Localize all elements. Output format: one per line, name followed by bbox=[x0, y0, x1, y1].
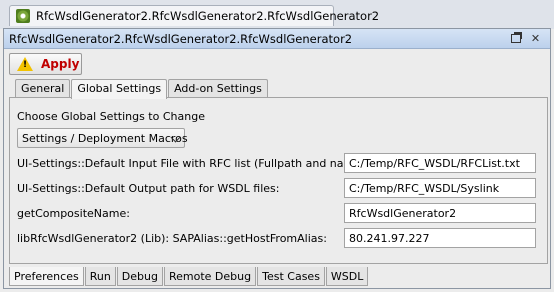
tab-test-cases[interactable]: Test Cases bbox=[257, 267, 325, 286]
editor-tab-label: RfcWsdlGenerator2.RfcWsdlGenerator2.RfcW… bbox=[36, 9, 380, 23]
window-titlebar: RfcWsdlGenerator2.RfcWsdlGenerator2.RfcW… bbox=[4, 29, 550, 49]
editor-tab[interactable]: RfcWsdlGenerator2.RfcWsdlGenerator2.RfcW… bbox=[9, 5, 379, 26]
tab-add-on-settings[interactable]: Add-on Settings bbox=[168, 79, 268, 98]
window-title: RfcWsdlGenerator2.RfcWsdlGenerator2.RfcW… bbox=[9, 32, 353, 46]
host-alias-field[interactable]: 80.241.97.227 bbox=[344, 228, 536, 248]
global-settings-panel: Choose Global Settings to Change Setting… bbox=[9, 97, 548, 264]
dropdown-value: Settings / Deployment Macros bbox=[22, 132, 188, 145]
tab-wsdl[interactable]: WSDL bbox=[325, 267, 369, 286]
close-icon[interactable]: ✕ bbox=[529, 32, 542, 45]
tab-run[interactable]: Run bbox=[84, 267, 116, 286]
composite-name-field[interactable]: RfcWsdlGenerator2 bbox=[344, 203, 536, 223]
section-label: Choose Global Settings to Change bbox=[17, 110, 205, 123]
output-path-label: UI-Settings::Default Output path for WSD… bbox=[17, 182, 280, 195]
warning-icon: ! bbox=[17, 57, 33, 71]
editor-window: RfcWsdlGenerator2.RfcWsdlGenerator2.RfcW… bbox=[3, 28, 551, 289]
tab-global-settings[interactable]: Global Settings bbox=[71, 79, 168, 99]
settings-tabs: General Global Settings Add-on Settings bbox=[15, 79, 269, 99]
restore-icon[interactable] bbox=[509, 32, 522, 45]
host-alias-label: libRfcWsdlGenerator2 (Lib): SAPAlias::ge… bbox=[17, 232, 327, 245]
editor-tab-bar: RfcWsdlGenerator2.RfcWsdlGenerator2.RfcW… bbox=[0, 0, 554, 29]
composite-icon bbox=[16, 9, 30, 23]
settings-category-dropdown[interactable]: Settings / Deployment Macros bbox=[17, 128, 188, 148]
tab-preferences[interactable]: Preferences bbox=[9, 267, 84, 286]
tab-debug[interactable]: Debug bbox=[116, 267, 163, 286]
tab-general[interactable]: General bbox=[15, 79, 71, 98]
input-file-label: UI-Settings::Default Input File with RFC… bbox=[17, 157, 369, 170]
bottom-tabs: Preferences Run Debug Remote Debug Test … bbox=[9, 267, 369, 286]
output-path-field[interactable]: C:/Temp/RFC_WSDL/Syslink bbox=[344, 178, 536, 198]
tab-remote-debug[interactable]: Remote Debug bbox=[163, 267, 257, 286]
input-file-field[interactable]: C:/Temp/RFC_WSDL/RFCList.txt bbox=[344, 153, 536, 173]
apply-button[interactable]: ! Apply bbox=[9, 53, 82, 75]
apply-label: Apply bbox=[41, 57, 80, 71]
composite-name-label: getCompositeName: bbox=[17, 207, 130, 220]
